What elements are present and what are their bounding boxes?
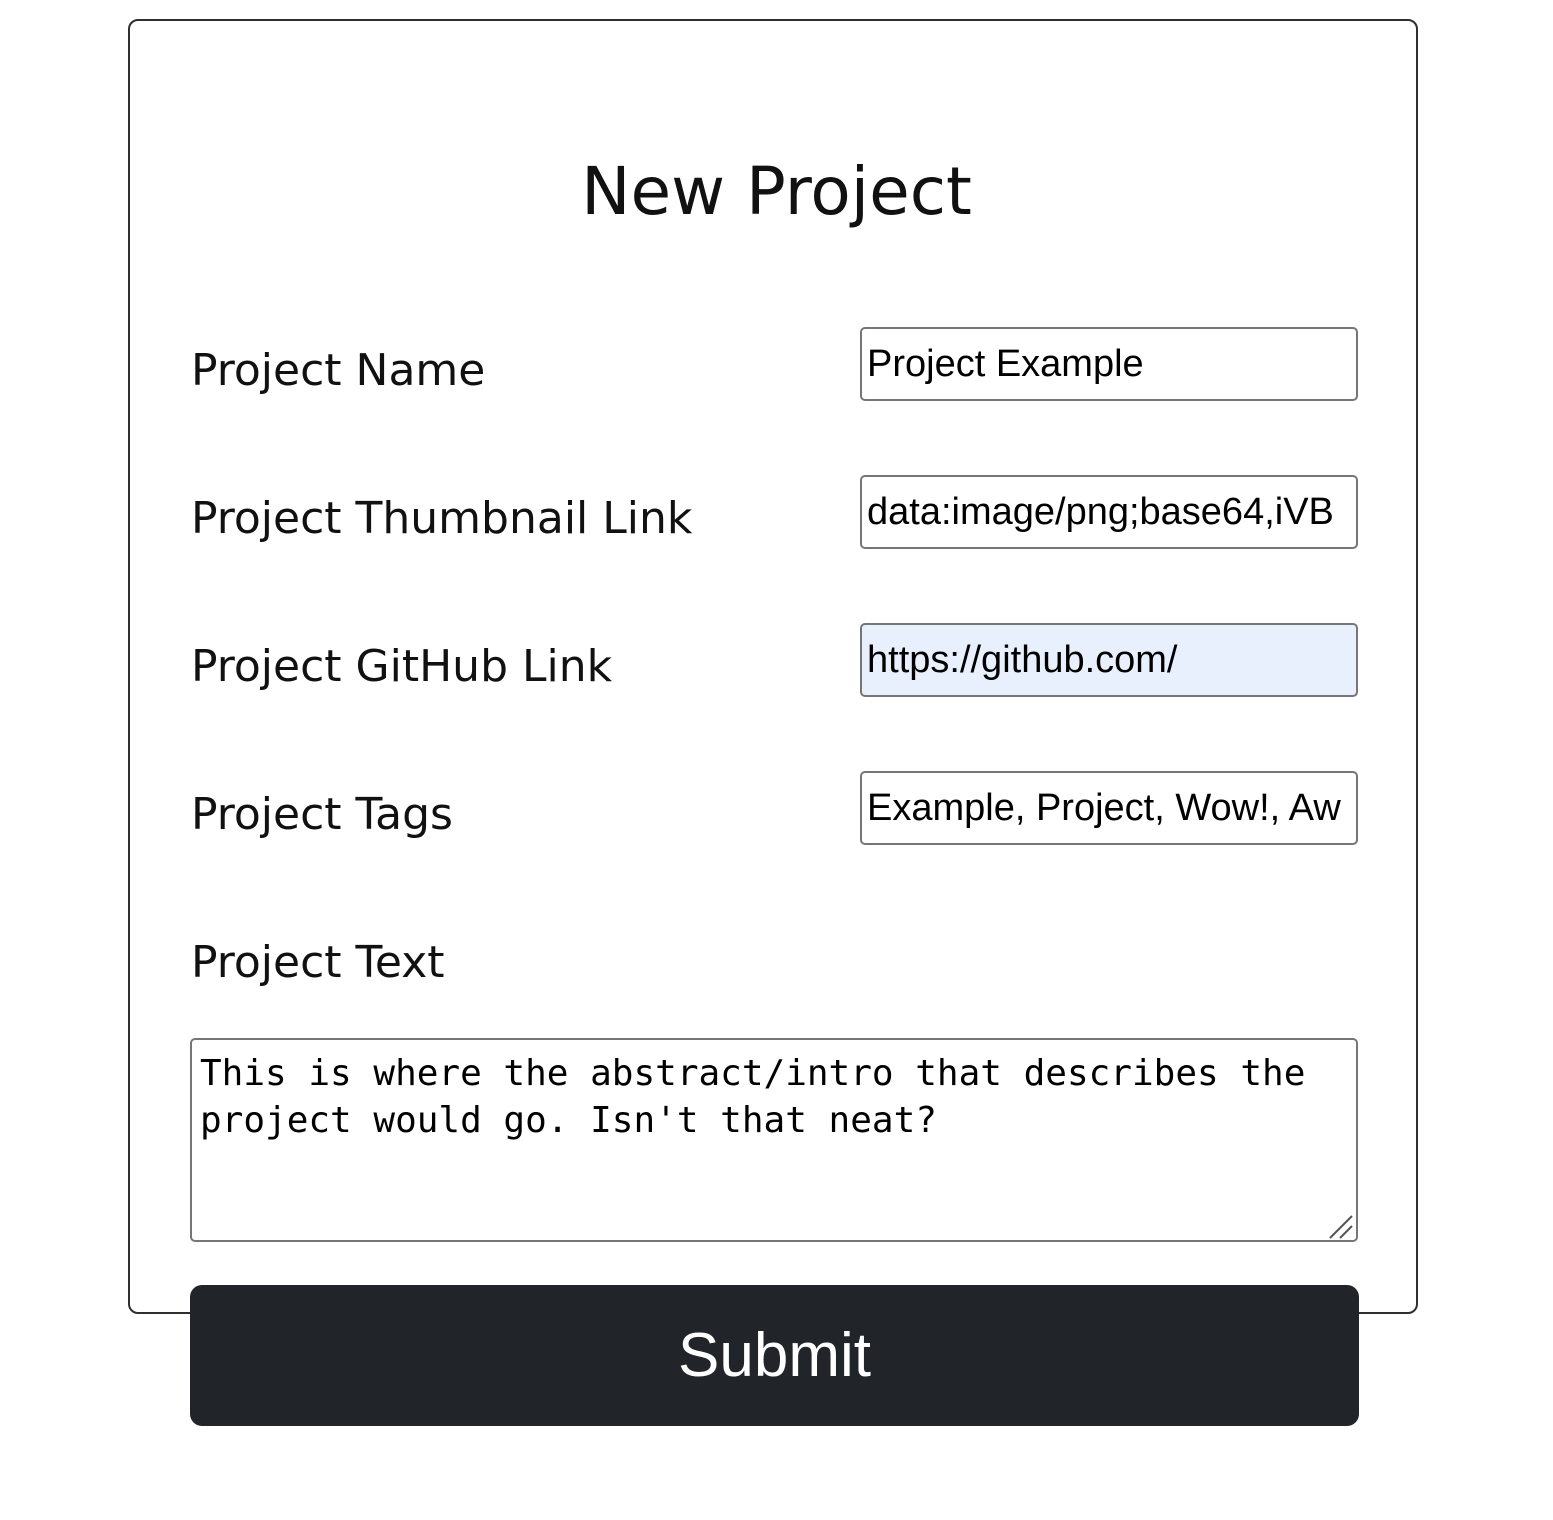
project-tags-label: Project Tags — [191, 789, 453, 840]
page-title: New Project — [581, 153, 972, 230]
project-github-link-label: Project GitHub Link — [191, 641, 613, 692]
project-text-label: Project Text — [191, 937, 445, 988]
project-thumbnail-link-input[interactable] — [860, 475, 1358, 549]
project-tags-input[interactable] — [860, 771, 1358, 845]
project-text-textarea[interactable]: This is where the abstract/intro that de… — [190, 1038, 1358, 1242]
resize-handle-icon[interactable] — [1326, 1212, 1354, 1240]
project-github-link-input[interactable] — [860, 623, 1358, 697]
project-name-label: Project Name — [191, 345, 486, 396]
submit-button[interactable]: Submit — [190, 1285, 1359, 1426]
project-thumbnail-link-label: Project Thumbnail Link — [191, 493, 693, 544]
project-name-input[interactable] — [860, 327, 1358, 401]
